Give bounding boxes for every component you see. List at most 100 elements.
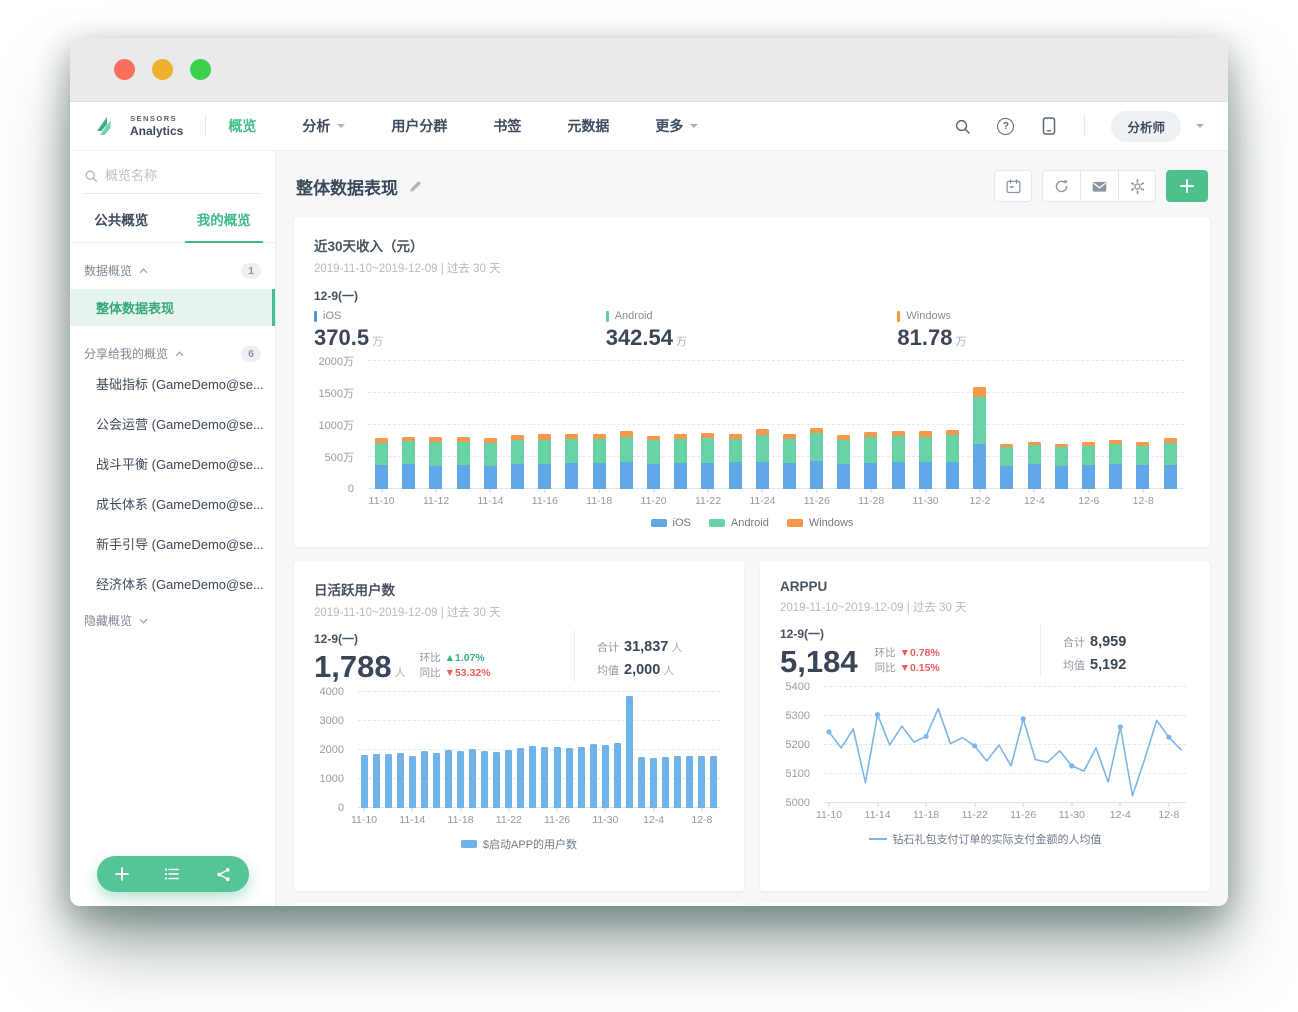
bar[interactable] [1164, 361, 1177, 489]
bar[interactable] [973, 361, 986, 489]
bar[interactable] [554, 692, 561, 808]
bar[interactable] [593, 361, 606, 489]
bar[interactable] [457, 361, 470, 489]
sidebar-item[interactable]: 新手引导 (GameDemo@se... [70, 525, 275, 562]
search-icon[interactable] [953, 117, 971, 135]
bar[interactable] [647, 361, 660, 489]
nav-item-4[interactable]: 书签 [493, 116, 521, 136]
bar[interactable] [698, 692, 705, 808]
bar[interactable] [445, 692, 452, 808]
sidebar-item[interactable]: 成长体系 (GameDemo@se... [70, 485, 275, 522]
data-point[interactable] [1069, 763, 1074, 768]
settings-button[interactable] [1118, 170, 1156, 202]
bar[interactable] [409, 692, 416, 808]
bar[interactable] [602, 692, 609, 808]
nav-item-1[interactable]: 概览 [228, 116, 256, 136]
bar[interactable] [565, 361, 578, 489]
user-menu[interactable]: 分析师 [1111, 111, 1204, 142]
sidebar-item[interactable]: 战斗平衡 (GameDemo@se... [70, 445, 275, 482]
legend-item[interactable]: $启动APP的用户数 [461, 836, 577, 852]
bar[interactable] [375, 361, 388, 489]
overview-search[interactable] [84, 165, 261, 194]
bar[interactable] [385, 692, 392, 808]
search-input[interactable] [105, 168, 245, 183]
bar[interactable] [1109, 361, 1122, 489]
add-widget-button[interactable] [1166, 170, 1208, 202]
legend-item[interactable]: iOS [651, 517, 691, 529]
bar[interactable] [626, 692, 633, 808]
bar[interactable] [638, 692, 645, 808]
bar[interactable] [946, 361, 959, 489]
data-point[interactable] [875, 712, 880, 717]
bar[interactable] [1082, 361, 1095, 489]
nav-item-3[interactable]: 用户分群 [391, 116, 447, 136]
add-overview-button[interactable] [112, 864, 132, 884]
data-point[interactable] [924, 734, 929, 739]
bar[interactable] [1000, 361, 1013, 489]
bar[interactable] [756, 361, 769, 489]
sensors-logo[interactable]: SENSORS Analytics [94, 114, 183, 138]
bar[interactable] [837, 361, 850, 489]
bar[interactable] [578, 692, 585, 808]
bar[interactable] [701, 361, 714, 489]
bar[interactable] [421, 692, 428, 808]
bar[interactable] [620, 361, 633, 489]
bar[interactable] [729, 361, 742, 489]
bar[interactable] [397, 692, 404, 808]
data-point[interactable] [826, 729, 831, 734]
window-minimize-button[interactable] [152, 59, 173, 80]
nav-item-5[interactable]: 元数据 [567, 116, 609, 136]
legend-item[interactable]: 钻石礼包支付订单的实际支付金额的人均值 [869, 831, 1102, 847]
bar[interactable] [457, 692, 464, 808]
window-close-button[interactable] [114, 59, 135, 80]
sidebar-section-header-2[interactable]: 分享给我的概览6 [70, 345, 275, 362]
refresh-button[interactable] [1042, 170, 1080, 202]
bar[interactable] [1055, 361, 1068, 489]
sidebar-section-header-1[interactable]: 数据概览1 [70, 262, 275, 279]
bar[interactable] [674, 361, 687, 489]
bar[interactable] [1136, 361, 1149, 489]
data-point[interactable] [1118, 724, 1123, 729]
sort-list-button[interactable] [162, 864, 182, 884]
sidebar-item[interactable]: 经济体系 (GameDemo@se... [70, 565, 275, 602]
calendar-button[interactable] [994, 170, 1032, 202]
bar[interactable] [402, 361, 415, 489]
bar[interactable] [686, 692, 693, 808]
bar[interactable] [892, 361, 905, 489]
bar[interactable] [481, 692, 488, 808]
nav-item-6[interactable]: 更多 [655, 116, 698, 136]
sidebar-tab-1[interactable]: 公共概览 [70, 194, 173, 242]
bar[interactable] [505, 692, 512, 808]
bar[interactable] [566, 692, 573, 808]
bar[interactable] [783, 361, 796, 489]
bar[interactable] [810, 361, 823, 489]
bar[interactable] [864, 361, 877, 489]
bar[interactable] [674, 692, 681, 808]
bar[interactable] [538, 361, 551, 489]
bar[interactable] [662, 692, 669, 808]
help-icon[interactable]: ? [997, 118, 1014, 135]
bar[interactable] [1028, 361, 1041, 489]
legend-item[interactable]: Android [709, 517, 769, 529]
bar[interactable] [493, 692, 500, 808]
bar[interactable] [590, 692, 597, 808]
bar[interactable] [361, 692, 368, 808]
mail-button[interactable] [1080, 170, 1118, 202]
bar[interactable] [433, 692, 440, 808]
window-zoom-button[interactable] [190, 59, 211, 80]
data-point[interactable] [1166, 735, 1171, 740]
sidebar-tab-2[interactable]: 我的概览 [173, 194, 276, 242]
bar[interactable] [469, 692, 476, 808]
share-button[interactable] [213, 864, 233, 884]
bar[interactable] [529, 692, 536, 808]
bar[interactable] [710, 692, 717, 808]
data-point[interactable] [1021, 716, 1026, 721]
bar[interactable] [614, 692, 621, 808]
bar[interactable] [484, 361, 497, 489]
bar[interactable] [541, 692, 548, 808]
bar[interactable] [517, 692, 524, 808]
mobile-app-icon[interactable] [1040, 117, 1058, 135]
sidebar-item[interactable]: 基础指标 (GameDemo@se... [70, 365, 275, 402]
hidden-overviews-toggle[interactable]: 隐藏概览 [70, 612, 275, 629]
bar[interactable] [650, 692, 657, 808]
